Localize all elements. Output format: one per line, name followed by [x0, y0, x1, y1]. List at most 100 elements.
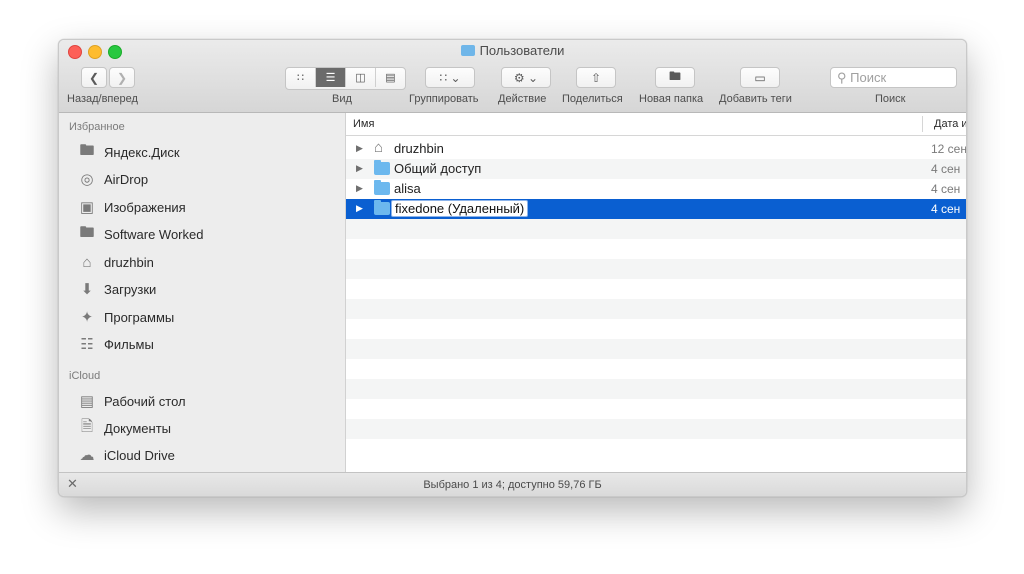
row-name: Общий доступ — [394, 161, 482, 176]
applications-icon: ✦ — [80, 309, 94, 326]
tags-button[interactable]: ▭ — [740, 67, 780, 88]
share-icon: ⇧ — [590, 70, 602, 85]
toolbar: Пользователи ❮ ❯ Назад/вперед ∷ ☰ ◫ ▤ Ви… — [59, 40, 966, 113]
action-button[interactable]: ⚙ ⌄ — [501, 67, 551, 88]
gear-icon: ⚙ — [513, 70, 525, 85]
chevron-left-icon: ❮ — [88, 70, 100, 85]
row-name: alisa — [394, 181, 421, 196]
gallery-icon: ▤ — [385, 72, 396, 84]
sidebar-item-documents[interactable]: 🗎 Документы — [77, 417, 171, 439]
folder-icon: 🖿 — [79, 223, 95, 241]
chevron-right-icon: ❯ — [116, 70, 128, 85]
folder-icon — [460, 45, 475, 56]
row-date: 12 сен — [931, 142, 967, 156]
folder-icon — [374, 200, 390, 215]
disclosure-triangle-icon[interactable]: ▶ — [356, 143, 363, 154]
chevron-down-icon: ⌄ — [528, 70, 539, 85]
empty-row — [346, 399, 966, 419]
sidebar-item-yandex-disk[interactable]: 🖿 Яндекс.Диск — [77, 141, 179, 163]
empty-row — [346, 259, 966, 279]
sidebar: Избранное 🖿 Яндекс.Диск ◎ AirDrop ▣ Изображ… — [59, 113, 346, 472]
empty-row — [346, 339, 966, 359]
sidebar-item-downloads[interactable]: ⬇ Загрузки — [77, 278, 157, 300]
rename-field[interactable]: fixedone (Удаленный) — [391, 200, 529, 217]
row-name: druzhbin — [394, 141, 444, 156]
view-switcher[interactable]: ∷ ☰ ◫ ▤ — [285, 67, 406, 90]
grid-icon: ∷ — [439, 70, 448, 85]
disclosure-triangle-icon[interactable]: ▶ — [356, 163, 363, 174]
row-date: 4 сен — [931, 182, 961, 196]
folder-icon: 🖿 — [79, 141, 95, 159]
group-button[interactable]: ∷ ⌄ — [425, 67, 475, 88]
sidebar-item-applications[interactable]: ✦ Программы — [77, 306, 175, 328]
list-row-selected[interactable]: ▶ fixedone (Удаленный) 4 сен — [346, 199, 966, 219]
sidebar-item-movies[interactable]: ☷ Фильмы — [77, 333, 154, 355]
list-row[interactable]: ▶ ⌂ druzhbin 12 сен — [346, 139, 966, 159]
new-folder-button[interactable]: 🖿 — [655, 67, 695, 88]
camera-icon: ▣ — [79, 199, 95, 216]
sidebar-section-favorites: Избранное — [69, 121, 125, 133]
list-view-button[interactable]: ☰ — [316, 68, 346, 87]
empty-row — [346, 219, 966, 239]
gallery-view-button[interactable]: ▤ — [376, 68, 405, 87]
group-label: Группировать — [409, 93, 479, 105]
empty-row — [346, 299, 966, 319]
tag-icon: ▭ — [754, 70, 766, 85]
tags-label: Добавить теги — [719, 93, 792, 105]
status-text: Выбрано 1 из 4; доступно 59,76 ГБ — [423, 479, 602, 491]
desktop-icon: ▤ — [79, 393, 95, 410]
home-icon: ⌂ — [374, 139, 384, 156]
empty-row — [346, 279, 966, 299]
new-folder-icon: 🖿 — [668, 69, 681, 83]
sidebar-item-icloud-drive[interactable]: ☁ iCloud Drive — [77, 444, 175, 466]
empty-row — [346, 439, 966, 459]
empty-row — [346, 319, 966, 339]
list-row[interactable]: ▶ Общий доступ 4 сен — [346, 159, 966, 179]
search-label: Поиск — [875, 93, 906, 105]
search-input[interactable]: ⚲ Поиск — [830, 67, 957, 88]
empty-row — [346, 419, 966, 439]
share-label: Поделиться — [562, 93, 623, 105]
sidebar-item-airdrop[interactable]: ◎ AirDrop — [77, 168, 148, 190]
empty-row — [346, 359, 966, 379]
download-icon: ⬇ — [80, 281, 94, 298]
share-button[interactable]: ⇧ — [576, 67, 616, 88]
nav-label: Назад/вперед — [67, 93, 138, 105]
disclosure-triangle-icon[interactable]: ▶ — [356, 183, 363, 194]
view-label: Вид — [332, 93, 352, 105]
list-row[interactable]: ▶ alisa 4 сен — [346, 179, 966, 199]
airdrop-icon: ◎ — [80, 171, 94, 188]
grid-icon: ∷ — [297, 72, 304, 84]
column-divider[interactable] — [922, 116, 923, 132]
documents-icon: 🗎 — [80, 417, 94, 435]
cloud-icon: ☁ — [79, 447, 95, 464]
list-icon: ☰ — [325, 72, 336, 84]
window-title: Пользователи — [59, 43, 966, 58]
icon-view-button[interactable]: ∷ — [286, 68, 316, 87]
empty-row — [346, 379, 966, 399]
home-icon: ⌂ — [82, 253, 92, 271]
forward-button[interactable]: ❯ — [109, 67, 135, 88]
sidebar-item-desktop[interactable]: ▤ Рабочий стол — [77, 390, 186, 412]
column-header-row: Имя Дата и — [346, 113, 966, 136]
column-header-name[interactable]: Имя — [353, 118, 374, 130]
column-header-date[interactable]: Дата и — [934, 118, 966, 130]
column-view-button[interactable]: ◫ — [346, 68, 376, 87]
sidebar-item-druzhbin[interactable]: ⌂ druzhbin — [77, 251, 153, 273]
new-folder-label: Новая папка — [639, 93, 704, 105]
sidebar-item-images[interactable]: ▣ Изображения — [77, 196, 186, 218]
empty-row — [346, 239, 966, 259]
file-list: Имя Дата и ▶ ⌂ druzhbin 12 сен ▶ Общий д… — [346, 113, 966, 472]
status-bar: ✕ Выбрано 1 из 4; доступно 59,76 ГБ — [59, 472, 966, 496]
row-date: 4 сен — [931, 202, 961, 216]
sidebar-section-icloud: iCloud — [69, 370, 101, 382]
finder-window: Пользователи ❮ ❯ Назад/вперед ∷ ☰ ◫ ▤ Ви… — [58, 39, 967, 497]
search-icon: ⚲ — [837, 70, 847, 85]
folder-icon — [374, 160, 390, 175]
sidebar-item-software-worked[interactable]: 🖿 Software Worked — [77, 223, 203, 245]
columns-icon: ◫ — [355, 72, 366, 84]
folder-icon — [374, 180, 390, 195]
disclosure-triangle-icon[interactable]: ▶ — [356, 203, 363, 214]
film-icon: ☷ — [80, 336, 94, 353]
back-button[interactable]: ❮ — [81, 67, 107, 88]
